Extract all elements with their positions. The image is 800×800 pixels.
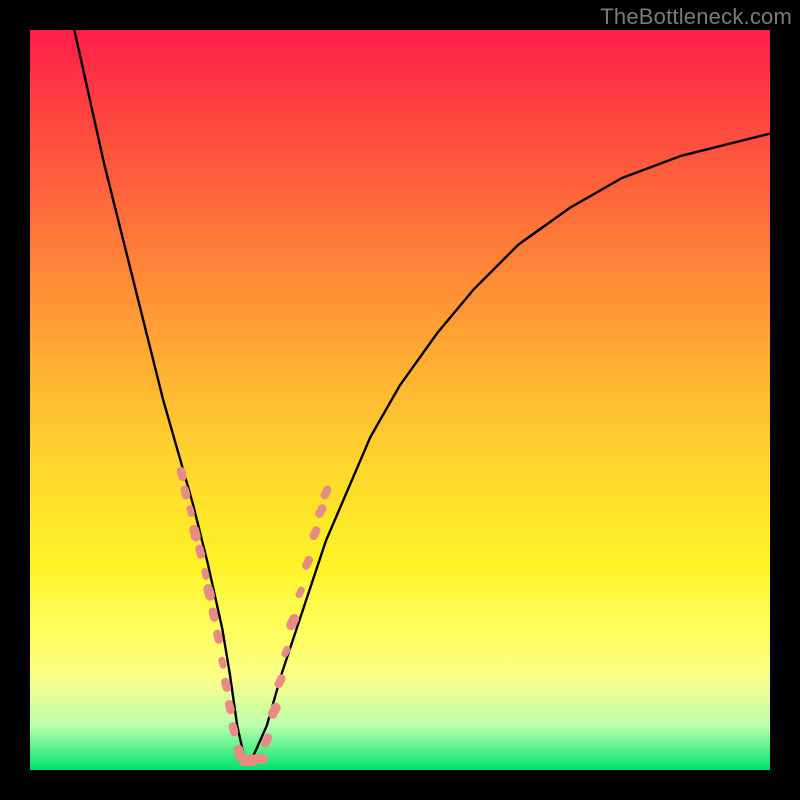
marker-dot bbox=[314, 503, 328, 520]
marker-dot bbox=[319, 484, 333, 501]
marker-dot bbox=[217, 656, 227, 669]
watermark-text: TheBottleneck.com bbox=[600, 4, 792, 30]
marker-dot bbox=[251, 754, 268, 764]
bottleneck-curve-line bbox=[74, 30, 770, 759]
marker-dot bbox=[188, 524, 202, 543]
marker-dot bbox=[308, 525, 322, 542]
bottleneck-chart-svg bbox=[30, 30, 770, 770]
bottleneck-markers bbox=[176, 466, 333, 766]
marker-dot bbox=[179, 484, 191, 500]
marker-dot bbox=[294, 585, 306, 599]
marker-dot bbox=[273, 673, 287, 690]
marker-dot bbox=[300, 554, 314, 571]
